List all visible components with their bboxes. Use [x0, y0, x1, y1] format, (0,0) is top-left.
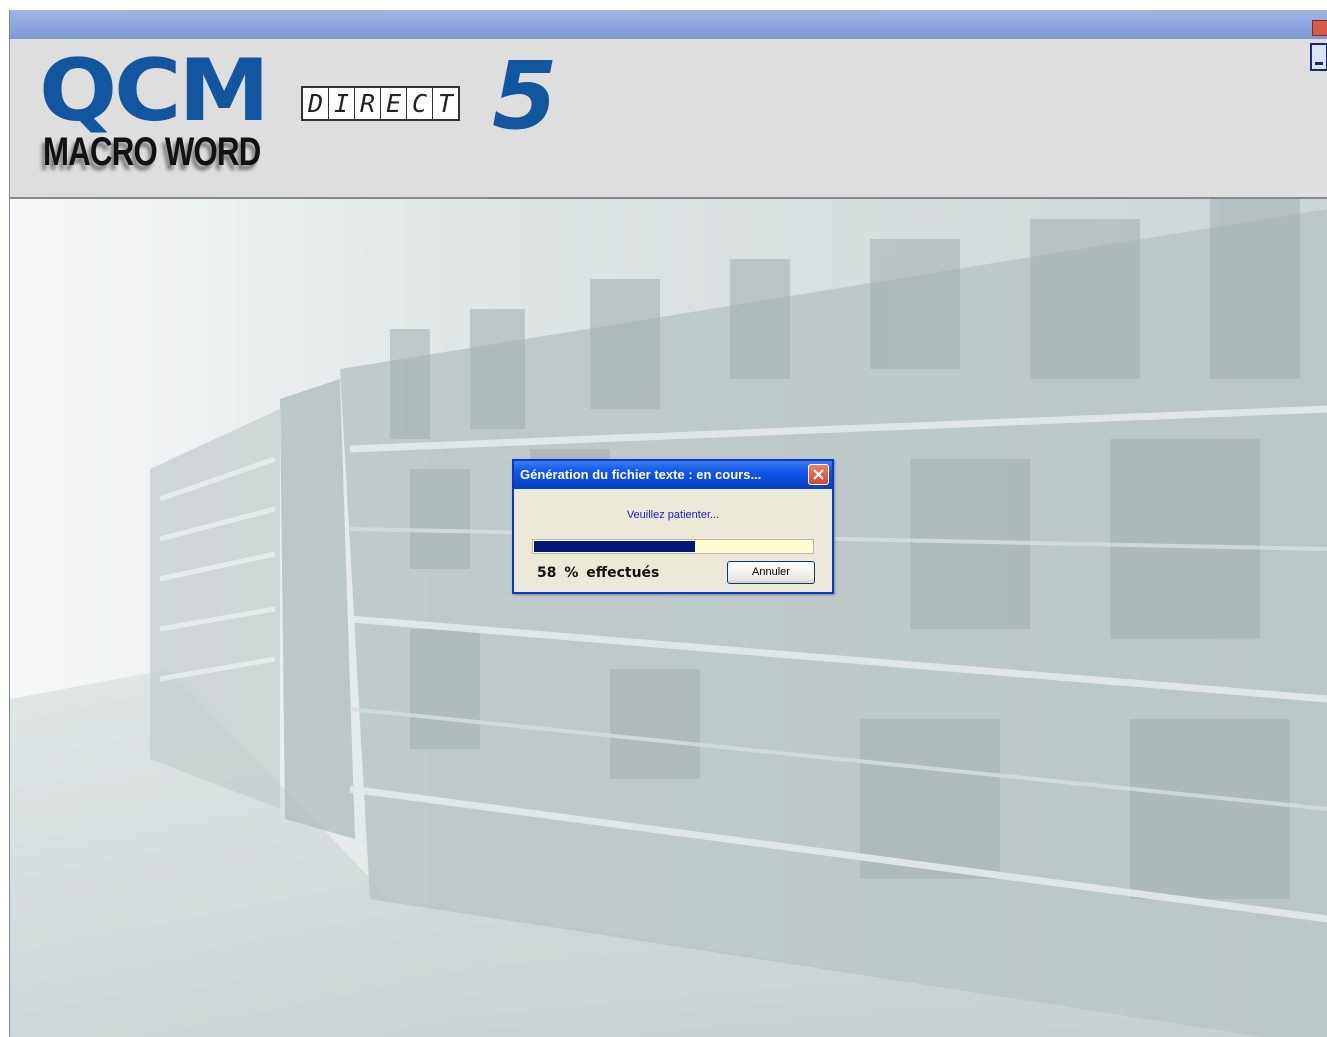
close-icon — [813, 469, 824, 480]
window-titlebar[interactable] — [10, 10, 1327, 39]
dialog-message: Veuillez patienter... — [626, 509, 720, 521]
dialog-close-button[interactable] — [808, 464, 829, 485]
progress-text: 58 % effectués — [537, 565, 660, 581]
progress-fill — [534, 541, 695, 552]
minimize-icon[interactable] — [1310, 43, 1327, 71]
logo-direct-letter: I — [329, 88, 355, 119]
logo-direct-letter: D — [303, 88, 329, 119]
progress-dialog: Génération du fichier texte : en cours..… — [512, 459, 834, 594]
logo-direct-letter: R — [355, 88, 381, 119]
logo-direct: D I R E C T — [301, 86, 460, 121]
logo-version: 5 — [492, 42, 558, 151]
close-icon[interactable] — [1312, 20, 1327, 36]
logo-direct-letter: C — [407, 88, 433, 119]
logo-direct-letter: T — [437, 89, 454, 118]
library-background-image — [10, 199, 1327, 1037]
logo-qcm: QCM — [39, 41, 270, 141]
dialog-titlebar[interactable]: Génération du fichier texte : en cours..… — [514, 461, 832, 489]
cancel-button[interactable]: Annuler — [727, 561, 815, 584]
logo-macro-word: MACRO WORD — [43, 130, 261, 174]
app-header: QCM MACRO WORD D I R E C T 5 — [10, 39, 1327, 199]
dialog-title: Génération du fichier texte : en cours..… — [520, 467, 762, 482]
progress-bar — [532, 539, 814, 554]
logo-direct-letter: E — [381, 88, 407, 119]
